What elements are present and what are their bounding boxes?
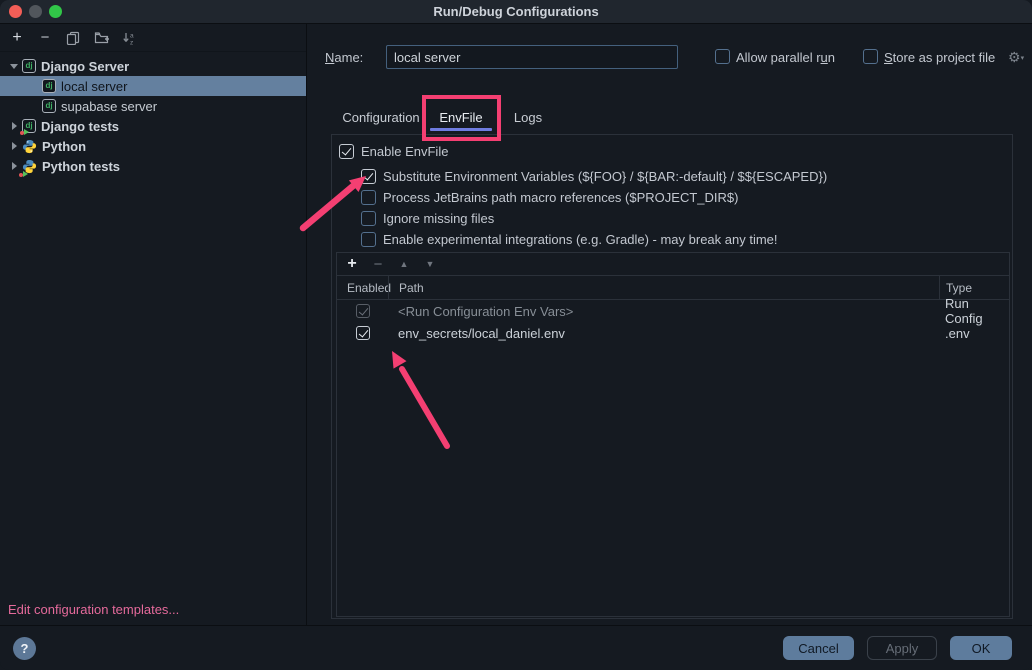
remove-env-file-icon[interactable] xyxy=(367,254,389,274)
table-toolbar xyxy=(337,253,1009,276)
envfile-tab-panel: Enable EnvFile Substitute Environment Va… xyxy=(331,134,1013,619)
store-as-project-file-label: Store as project file xyxy=(884,50,995,65)
tab-envfile[interactable]: EnvFile xyxy=(428,100,494,134)
substitute-env-vars-checkbox[interactable] xyxy=(361,169,376,184)
remove-configuration-icon[interactable] xyxy=(34,27,56,49)
tree-item-django-tests[interactable]: Django tests xyxy=(0,116,306,136)
svg-text:z: z xyxy=(130,39,133,45)
apply-button[interactable]: Apply xyxy=(867,636,937,660)
ignore-missing-files-option[interactable]: Ignore missing files xyxy=(361,208,494,228)
experimental-integrations-checkbox[interactable] xyxy=(361,232,376,247)
chevron-right-icon[interactable] xyxy=(6,142,22,150)
django-icon xyxy=(42,79,56,93)
enable-envfile-label: Enable EnvFile xyxy=(361,144,448,159)
path-macro-checkbox[interactable] xyxy=(361,190,376,205)
configurations-sidebar: az Django Server local server supabase s… xyxy=(0,24,307,625)
path-macro-option[interactable]: Process JetBrains path macro references … xyxy=(361,187,738,207)
svg-text:a: a xyxy=(130,32,134,39)
python-icon xyxy=(22,139,37,154)
substitute-env-vars-label: Substitute Environment Variables (${FOO}… xyxy=(383,169,827,184)
configuration-editor: Name: Allow parallel run Store as projec… xyxy=(308,24,1032,625)
enable-envfile-option[interactable]: Enable EnvFile xyxy=(339,141,448,161)
experimental-integrations-label: Enable experimental integrations (e.g. G… xyxy=(383,232,778,247)
table-row[interactable]: env_secrets/local_daniel.env .env xyxy=(337,322,1009,344)
row-path: env_secrets/local_daniel.env xyxy=(388,326,939,341)
path-macro-label: Process JetBrains path macro references … xyxy=(383,190,738,205)
move-up-icon[interactable] xyxy=(393,254,415,274)
new-folder-icon[interactable] xyxy=(90,27,112,49)
name-label: Name: xyxy=(325,50,363,65)
chevron-down-icon[interactable] xyxy=(6,64,22,69)
row-path: <Run Configuration Env Vars> xyxy=(388,304,939,319)
tree-item-supabase-server[interactable]: supabase server xyxy=(0,96,306,116)
copy-configuration-icon[interactable] xyxy=(62,27,84,49)
env-files-table: Enabled Path Type <Run Configuration Env… xyxy=(336,252,1010,617)
allow-parallel-run-label: Allow parallel run xyxy=(736,50,835,65)
ignore-missing-files-checkbox[interactable] xyxy=(361,211,376,226)
name-input[interactable] xyxy=(386,45,678,69)
store-as-project-file-checkbox[interactable] xyxy=(863,49,878,64)
titlebar: Run/Debug Configurations xyxy=(0,0,1032,24)
edit-configuration-templates-link[interactable]: Edit configuration templates... xyxy=(8,602,179,617)
row-enabled-checkbox xyxy=(356,304,370,318)
allow-parallel-run-checkbox[interactable] xyxy=(715,49,730,64)
column-path: Path xyxy=(388,276,939,299)
tree-item-python[interactable]: Python xyxy=(0,136,306,156)
move-down-icon[interactable] xyxy=(419,254,441,274)
table-row[interactable]: <Run Configuration Env Vars> Run Config xyxy=(337,300,1009,322)
sort-icon[interactable]: az xyxy=(118,27,140,49)
store-options-gear-icon[interactable]: ⚙▾ xyxy=(1008,50,1024,64)
tree-item-django-server[interactable]: Django Server xyxy=(0,56,306,76)
tree-item-local-server[interactable]: local server xyxy=(0,76,306,96)
tree-item-python-tests[interactable]: Python tests xyxy=(0,156,306,176)
add-configuration-icon[interactable] xyxy=(6,27,28,49)
configurations-tree: Django Server local server supabase serv… xyxy=(0,52,306,176)
row-type: .env xyxy=(939,326,1009,341)
dialog-footer: ? Cancel Apply OK xyxy=(0,625,1032,670)
help-button[interactable]: ? xyxy=(13,637,36,660)
ignore-missing-files-label: Ignore missing files xyxy=(383,211,494,226)
column-enabled: Enabled xyxy=(337,281,388,295)
tab-logs[interactable]: Logs xyxy=(505,100,551,134)
django-icon xyxy=(42,99,56,113)
django-icon xyxy=(22,59,36,73)
ok-button[interactable]: OK xyxy=(950,636,1012,660)
cancel-button[interactable]: Cancel xyxy=(783,636,854,660)
tab-configuration[interactable]: Configuration xyxy=(331,100,431,134)
sidebar-toolbar: az xyxy=(0,24,306,52)
substitute-env-vars-option[interactable]: Substitute Environment Variables (${FOO}… xyxy=(361,166,827,186)
django-tests-icon xyxy=(22,119,36,133)
window-title: Run/Debug Configurations xyxy=(0,0,1032,24)
python-tests-icon xyxy=(22,159,37,174)
experimental-integrations-option[interactable]: Enable experimental integrations (e.g. G… xyxy=(361,229,778,249)
table-header: Enabled Path Type xyxy=(337,276,1009,300)
add-env-file-icon[interactable] xyxy=(341,254,363,274)
run-debug-configurations-dialog: Run/Debug Configurations az Django Serve… xyxy=(0,0,1032,670)
enable-envfile-checkbox[interactable] xyxy=(339,144,354,159)
row-enabled-checkbox[interactable] xyxy=(356,326,370,340)
